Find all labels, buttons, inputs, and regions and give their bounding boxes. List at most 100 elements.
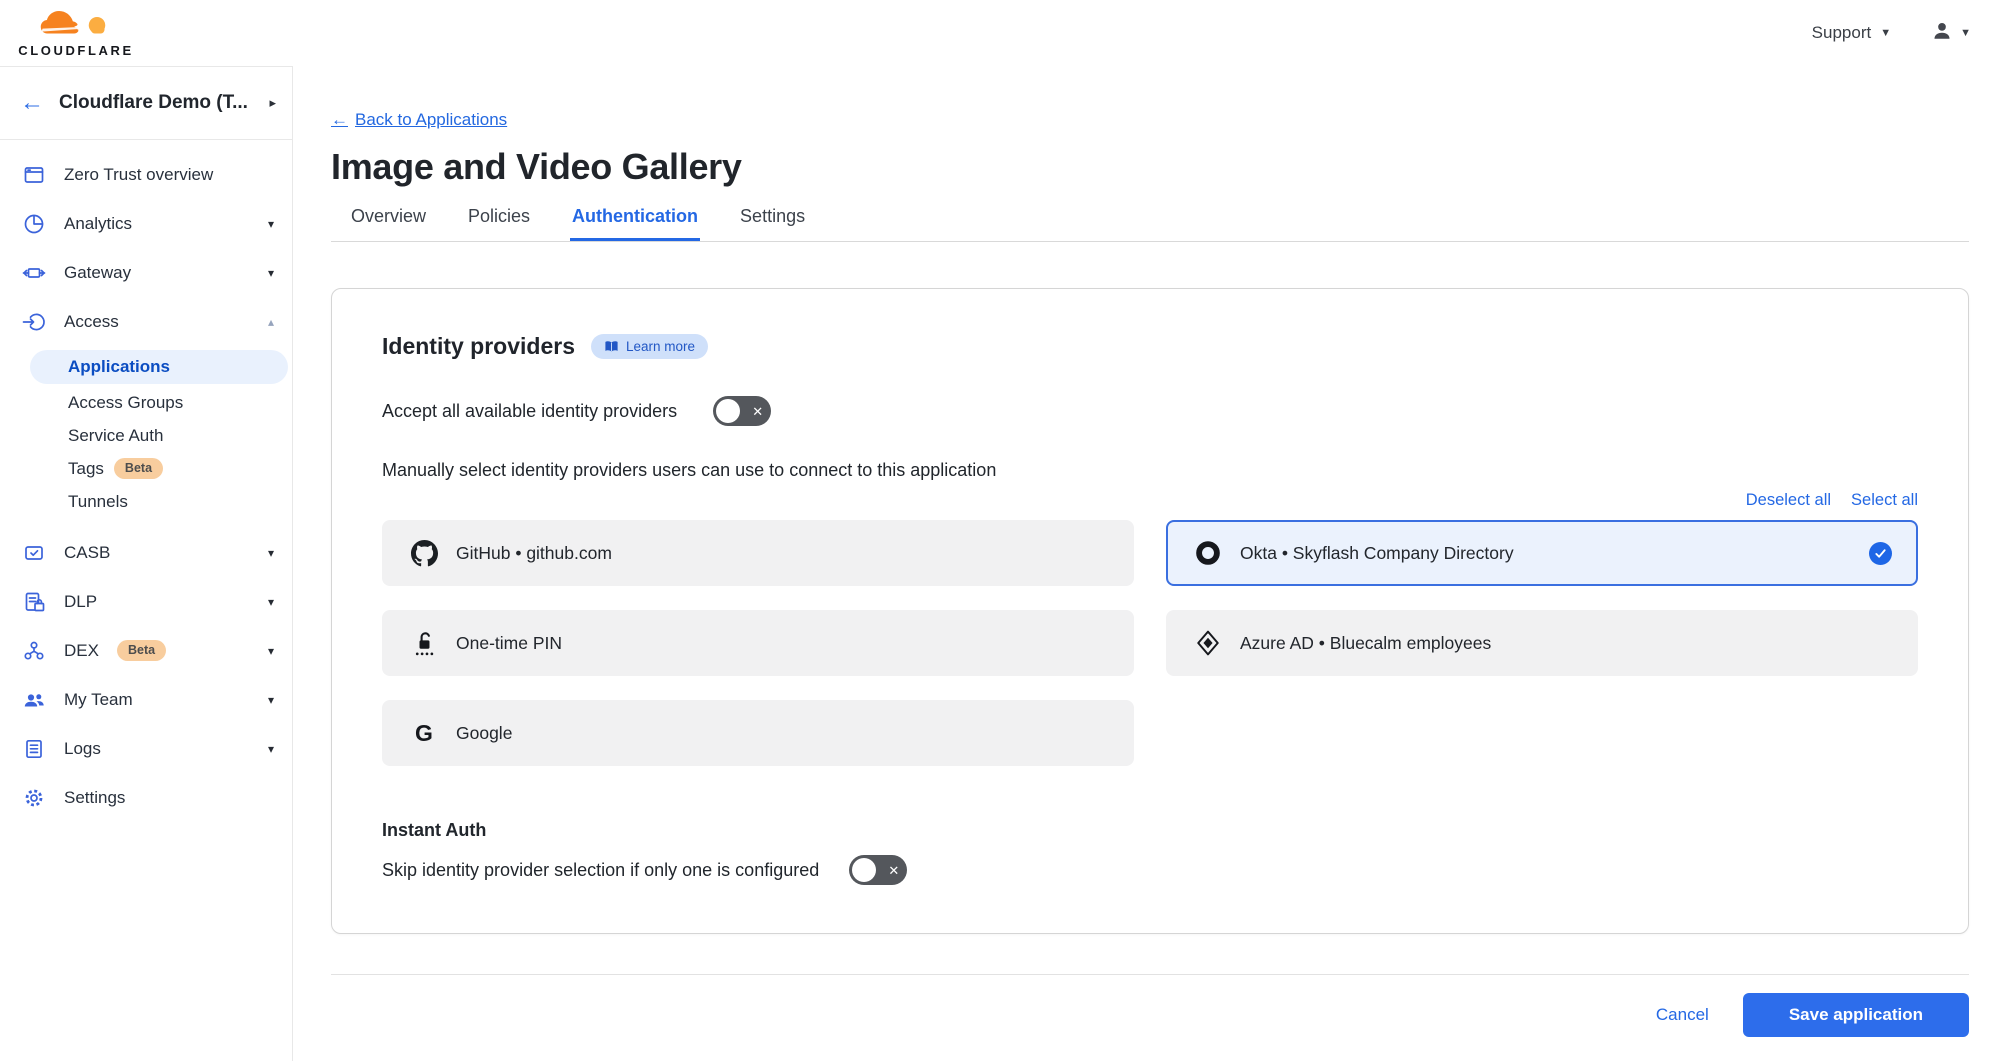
team-people-icon: [22, 688, 46, 712]
gear-icon: [22, 786, 46, 810]
account-back-arrow-icon[interactable]: ←: [20, 91, 44, 115]
cloudflare-wordmark: CLOUDFLARE: [18, 43, 134, 58]
github-icon: [410, 540, 438, 567]
identity-providers-card: Identity providers Learn more Accept all…: [331, 288, 1969, 934]
sidebar-item-applications[interactable]: Applications: [30, 350, 288, 384]
one-time-pin-lock-icon: [410, 630, 438, 657]
cloudflare-logo[interactable]: CLOUDFLARE: [16, 8, 136, 58]
sidebar-item-label: Zero Trust overview: [64, 165, 213, 185]
sidebar-item-settings[interactable]: Settings: [0, 773, 292, 822]
learn-more-label: Learn more: [626, 339, 695, 354]
sidebar-item-casb[interactable]: CASB ▾: [0, 528, 292, 577]
tab-overview[interactable]: Overview: [349, 206, 428, 241]
instant-auth-toggle[interactable]: ✕: [849, 855, 907, 885]
sidebar-item-gateway[interactable]: Gateway ▾: [0, 248, 292, 297]
beta-badge: Beta: [117, 640, 166, 661]
tab-authentication[interactable]: Authentication: [570, 206, 700, 241]
chevron-down-icon: ▾: [268, 266, 274, 280]
page-title: Image and Video Gallery: [331, 146, 1969, 188]
toggle-off-x-icon: ✕: [888, 864, 899, 877]
save-application-button[interactable]: Save application: [1743, 993, 1969, 1037]
sidebar-item-dex[interactable]: DEX Beta ▾: [0, 626, 292, 675]
back-to-applications-link[interactable]: ← Back to Applications: [331, 110, 507, 130]
provider-name: Azure AD • Bluecalm employees: [1240, 633, 1491, 654]
provider-name: GitHub • github.com: [456, 543, 612, 564]
toggle-off-x-icon: ✕: [752, 405, 763, 418]
back-arrow-icon: ←: [331, 110, 348, 130]
access-subnav: Applications Access Groups Service Auth …: [0, 346, 292, 528]
provider-tile-okta[interactable]: Okta • Skyflash Company Directory: [1166, 520, 1918, 586]
provider-name: Google: [456, 723, 512, 744]
accept-all-toggle[interactable]: ✕: [713, 396, 771, 426]
tab-bar: Overview Policies Authentication Setting…: [331, 206, 1969, 242]
manual-select-text: Manually select identity providers users…: [382, 460, 1918, 481]
pie-chart-icon: [22, 212, 46, 236]
book-icon: [604, 339, 619, 354]
sidebar-item-analytics[interactable]: Analytics ▾: [0, 199, 292, 248]
provider-tile-google[interactable]: G Google: [382, 700, 1134, 766]
sidebar-item-access-groups[interactable]: Access Groups: [0, 386, 292, 419]
chevron-down-icon: ▾: [268, 693, 274, 707]
gateway-icon: [22, 261, 46, 285]
user-menu[interactable]: ▼: [1931, 20, 1971, 47]
google-icon: G: [410, 722, 438, 745]
sidebar-item-label: Access Groups: [68, 393, 183, 413]
sidebar-item-label: Tags: [68, 459, 104, 479]
sidebar: ← Cloudflare Demo (T... ▸ Zero Trust ove…: [0, 66, 293, 1061]
instant-auth-heading: Instant Auth: [382, 820, 1918, 841]
chevron-down-icon: ▼: [1880, 27, 1891, 39]
user-avatar-icon: [1931, 20, 1953, 47]
sidebar-item-label: My Team: [64, 690, 133, 710]
cloudflare-cloud-icon: [28, 8, 124, 43]
sidebar-item-dlp[interactable]: DLP ▾: [0, 577, 292, 626]
sidebar-item-label: Settings: [64, 788, 125, 808]
sidebar-nav: Zero Trust overview Analytics ▾ Gateway: [0, 140, 292, 822]
toggle-knob: [716, 399, 740, 423]
sidebar-item-label: Gateway: [64, 263, 131, 283]
account-name: Cloudflare Demo (T...: [59, 92, 254, 114]
main-content: ← Back to Applications Image and Video G…: [293, 66, 1999, 1061]
card-heading: Identity providers: [382, 333, 575, 360]
chevron-down-icon: ▼: [1960, 27, 1971, 39]
chevron-down-icon: ▾: [268, 595, 274, 609]
sidebar-item-label: Analytics: [64, 214, 132, 234]
cancel-button[interactable]: Cancel: [1656, 1005, 1709, 1025]
tab-settings[interactable]: Settings: [738, 206, 807, 241]
sidebar-item-tunnels[interactable]: Tunnels: [0, 485, 292, 518]
accept-all-label: Accept all available identity providers: [382, 401, 677, 422]
sidebar-item-label: DEX: [64, 641, 99, 661]
sidebar-item-label: Logs: [64, 739, 101, 759]
toggle-knob: [852, 858, 876, 882]
sidebar-item-access[interactable]: Access ▴: [0, 297, 292, 346]
sidebar-account-header: ← Cloudflare Demo (T... ▸: [0, 67, 292, 140]
okta-icon: [1194, 540, 1222, 566]
beta-badge: Beta: [114, 458, 163, 479]
sidebar-item-logs[interactable]: Logs ▾: [0, 724, 292, 773]
logs-document-icon: [22, 737, 46, 761]
sidebar-item-tags[interactable]: Tags Beta: [0, 452, 292, 485]
sidebar-item-service-auth[interactable]: Service Auth: [0, 419, 292, 452]
browser-window-icon: [22, 163, 46, 187]
casb-check-box-icon: [22, 541, 46, 565]
sidebar-item-label: Applications: [68, 357, 170, 377]
sidebar-item-label: Tunnels: [68, 492, 128, 512]
learn-more-badge[interactable]: Learn more: [591, 334, 708, 359]
support-menu[interactable]: Support ▼: [1812, 23, 1891, 43]
provider-name: One-time PIN: [456, 633, 562, 654]
selected-check-icon: [1869, 542, 1892, 565]
provider-tile-azure-ad[interactable]: Azure AD • Bluecalm employees: [1166, 610, 1918, 676]
provider-tile-one-time-pin[interactable]: One-time PIN: [382, 610, 1134, 676]
support-label: Support: [1812, 23, 1872, 43]
sidebar-item-label: DLP: [64, 592, 97, 612]
sidebar-item-my-team[interactable]: My Team ▾: [0, 675, 292, 724]
tab-policies[interactable]: Policies: [466, 206, 532, 241]
sidebar-item-label: Service Auth: [68, 426, 163, 446]
sidebar-item-label: Access: [64, 312, 119, 332]
deselect-all-link[interactable]: Deselect all: [1746, 491, 1831, 510]
azure-ad-icon: [1194, 630, 1222, 656]
sidebar-item-zero-trust-overview[interactable]: Zero Trust overview: [0, 150, 292, 199]
chevron-right-icon[interactable]: ▸: [269, 95, 276, 111]
select-all-link[interactable]: Select all: [1851, 491, 1918, 510]
provider-name: Okta • Skyflash Company Directory: [1240, 543, 1514, 564]
provider-tile-github[interactable]: GitHub • github.com: [382, 520, 1134, 586]
